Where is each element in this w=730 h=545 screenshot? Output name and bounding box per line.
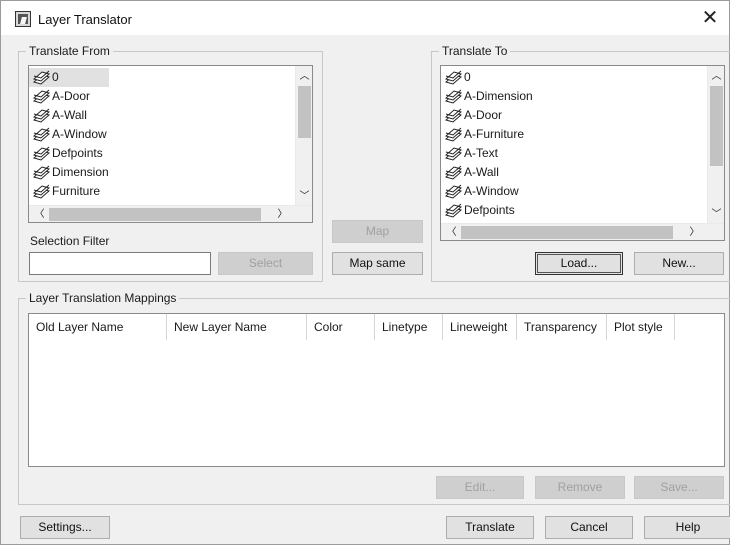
- title-bar: Layer Translator ✕: [1, 1, 729, 35]
- list-item-label: A-Window: [464, 184, 519, 198]
- scroll-left-arrow-icon[interactable]: 〈: [443, 224, 460, 240]
- list-item-label: A-Wall: [464, 165, 499, 179]
- translate-to-items: 0 A-Dimension A-Door A-Furniture A-Text A-Wal…: [441, 68, 533, 220]
- scroll-down-arrow-icon[interactable]: ﹀: [708, 206, 724, 223]
- layer-translator-dialog: Layer Translator ✕ Translate From 0 A-Doo…: [0, 0, 730, 545]
- layer-stack-icon: [445, 89, 464, 104]
- cancel-button[interactable]: Cancel: [545, 516, 633, 539]
- list-item-label: A-Furniture: [464, 127, 525, 141]
- list-item-label: Dimension: [52, 165, 109, 179]
- layer-translation-mappings-table[interactable]: Old Layer Name New Layer Name Color Line…: [28, 313, 725, 467]
- list-item-label: A-Text: [464, 146, 499, 160]
- scroll-right-arrow-icon[interactable]: 〉: [686, 224, 703, 240]
- list-item-label: A-Wall: [52, 108, 87, 122]
- translate-button[interactable]: Translate: [446, 516, 534, 539]
- list-item[interactable]: A-Wall: [29, 106, 109, 125]
- scroll-left-arrow-icon[interactable]: 〈: [31, 206, 48, 222]
- settings-button[interactable]: Settings...: [20, 516, 110, 539]
- scroll-up-arrow-icon[interactable]: ︿: [296, 68, 312, 85]
- translate-from-list[interactable]: 0 A-Door A-Wall A-Window Defpoints Dimension F…: [28, 65, 313, 223]
- layer-stack-icon: [445, 146, 464, 161]
- map-button[interactable]: Map: [332, 220, 423, 243]
- list-item[interactable]: 0: [441, 68, 533, 87]
- list-item[interactable]: Defpoints: [441, 201, 533, 220]
- layer-stack-icon: [33, 127, 52, 142]
- column-linetype[interactable]: Linetype: [375, 314, 443, 340]
- scroll-thumb[interactable]: [710, 86, 723, 166]
- translate-to-legend: Translate To: [439, 44, 511, 58]
- layer-stack-icon: [33, 70, 52, 85]
- list-item[interactable]: A-Door: [29, 87, 109, 106]
- translate-from-horizontal-scrollbar[interactable]: 〈 〉: [29, 205, 312, 222]
- help-button[interactable]: Help: [644, 516, 730, 539]
- translate-from-vertical-scrollbar[interactable]: ︿ ﹀: [295, 66, 312, 206]
- list-item-label: 0: [464, 70, 471, 84]
- select-button[interactable]: Select: [218, 252, 313, 275]
- translate-to-vertical-scrollbar[interactable]: ︿ ﹀: [707, 66, 724, 224]
- layer-stack-icon: [33, 89, 52, 104]
- list-item[interactable]: Dimension: [29, 163, 109, 182]
- layer-stack-icon: [445, 108, 464, 123]
- window-title: Layer Translator: [38, 12, 132, 27]
- column-new-layer-name[interactable]: New Layer Name: [167, 314, 307, 340]
- column-color[interactable]: Color: [307, 314, 375, 340]
- list-item-label: Furniture: [52, 184, 101, 198]
- close-icon[interactable]: ✕: [697, 6, 723, 30]
- map-same-button[interactable]: Map same: [332, 252, 423, 275]
- column-old-layer-name[interactable]: Old Layer Name: [29, 314, 167, 340]
- layer-stack-icon: [33, 146, 52, 161]
- list-item[interactable]: A-Furniture: [441, 125, 533, 144]
- translate-to-list[interactable]: 0 A-Dimension A-Door A-Furniture A-Text A-Wal…: [440, 65, 725, 241]
- scroll-thumb[interactable]: [298, 86, 311, 138]
- list-item[interactable]: A-Dimension: [441, 87, 533, 106]
- edit-button[interactable]: Edit...: [436, 476, 524, 499]
- save-button[interactable]: Save...: [634, 476, 724, 499]
- layer-stack-icon: [445, 203, 464, 218]
- scroll-down-arrow-icon[interactable]: ﹀: [296, 188, 312, 205]
- layer-stack-icon: [33, 184, 52, 199]
- selection-filter-input[interactable]: [29, 252, 211, 275]
- list-item[interactable]: A-Text: [441, 144, 533, 163]
- layer-stack-icon: [445, 127, 464, 142]
- layer-stack-icon: [445, 165, 464, 180]
- scroll-up-arrow-icon[interactable]: ︿: [708, 68, 724, 85]
- scroll-thumb[interactable]: [49, 208, 261, 221]
- layer-stack-icon: [445, 70, 464, 85]
- mappings-table-header: Old Layer Name New Layer Name Color Line…: [29, 314, 675, 340]
- layer-stack-icon: [33, 165, 52, 180]
- new-button[interactable]: New...: [634, 252, 724, 275]
- list-item-label: A-Dimension: [464, 89, 533, 103]
- layer-translator-app-icon: [15, 11, 31, 27]
- translate-to-horizontal-scrollbar[interactable]: 〈 〉: [441, 223, 724, 240]
- list-item-label: Defpoints: [464, 203, 515, 217]
- list-item[interactable]: 0: [29, 68, 109, 87]
- list-item-label: 0: [52, 70, 59, 84]
- list-item[interactable]: A-Door: [441, 106, 533, 125]
- list-item[interactable]: Defpoints: [29, 144, 109, 163]
- load-button[interactable]: Load...: [535, 252, 623, 275]
- list-item-label: A-Window: [52, 127, 107, 141]
- list-item-label: A-Door: [52, 89, 91, 103]
- scroll-right-arrow-icon[interactable]: 〉: [274, 206, 291, 222]
- list-item-label: Defpoints: [52, 146, 103, 160]
- remove-button[interactable]: Remove: [535, 476, 625, 499]
- translate-from-items: 0 A-Door A-Wall A-Window Defpoints Dimension F…: [29, 68, 109, 201]
- list-item[interactable]: A-Wall: [441, 163, 533, 182]
- column-lineweight[interactable]: Lineweight: [443, 314, 517, 340]
- column-plot-style[interactable]: Plot style: [607, 314, 675, 340]
- list-item[interactable]: A-Window: [29, 125, 109, 144]
- selection-filter-label: Selection Filter: [30, 234, 110, 248]
- list-item[interactable]: A-Window: [441, 182, 533, 201]
- layer-stack-icon: [33, 108, 52, 123]
- translate-from-legend: Translate From: [26, 44, 113, 58]
- list-item[interactable]: Furniture: [29, 182, 109, 201]
- layer-translation-mappings-legend: Layer Translation Mappings: [26, 291, 180, 305]
- column-transparency[interactable]: Transparency: [517, 314, 607, 340]
- layer-stack-icon: [445, 184, 464, 199]
- scroll-thumb[interactable]: [461, 226, 673, 239]
- list-item-label: A-Door: [464, 108, 503, 122]
